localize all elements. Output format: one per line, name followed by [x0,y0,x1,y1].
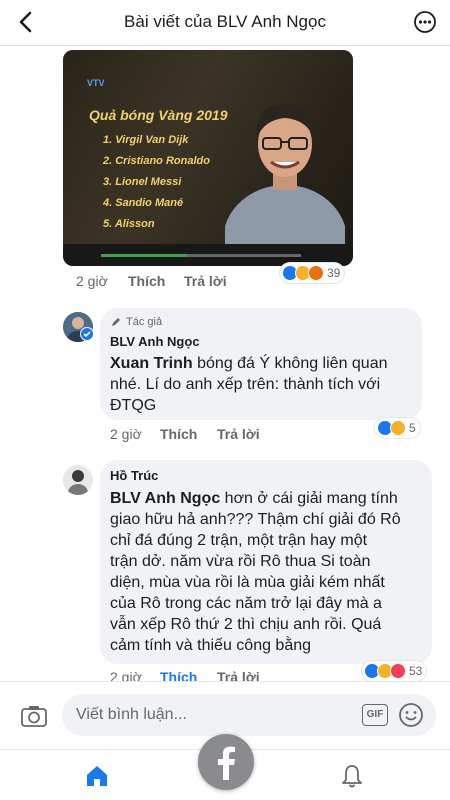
avatar[interactable] [63,465,93,495]
comment-text: Xuan Trinh bóng đá Ý không liên quan nhé… [110,355,388,414]
commenter-name[interactable]: BLV Anh Ngọc [110,334,200,349]
comment-bubble[interactable]: Hồ Trúc BLV Anh Ngọc hơn ở cái giải mang… [100,460,432,664]
mention-link[interactable]: BLV Anh Ngọc [110,490,220,507]
comment-time: 2 giờ [110,426,142,442]
ranking-item: 1. Virgil Van Dijk [103,134,189,146]
love-reaction-icon [390,663,406,679]
ranking-list: 1. Virgil Van Dijk 2. Cristiano Ronaldo … [103,130,210,235]
reply-link[interactable]: Trả lời [217,426,260,442]
presenter-image [225,104,345,244]
channel-logo: VTV [87,78,105,88]
ranking-item: 2. Cristiano Ronaldo [103,155,210,167]
comment-bubble[interactable]: Tác giả BLV Anh Ngọc Xuan Trinh bóng đá … [100,308,422,420]
verified-icon [80,327,94,341]
ranking-item: 3. Lionel Messi [103,176,182,188]
progress-fill [101,254,187,257]
commenter-name[interactable]: Hồ Trúc [110,468,158,483]
notification-bell-icon[interactable] [340,763,364,789]
more-options-icon[interactable] [414,10,436,34]
video-player[interactable]: VTV Quả bóng Vàng 2019 1. Virgil Van Dij… [63,50,353,266]
reaction-summary[interactable]: 53 [362,661,427,681]
like-link[interactable]: Thích [128,273,165,289]
comment-placeholder: Viết bình luận... [76,706,187,723]
video-overlay-title: Quả bóng Vàng 2019 [89,107,228,123]
like-link[interactable]: Thích [160,426,197,442]
bottom-tab-bar [0,734,450,800]
haha-reaction-icon [390,420,406,436]
pencil-icon [112,318,120,326]
top-bar: Bài viết của BLV Anh Ngọc [0,0,450,46]
facebook-logo-icon[interactable] [198,734,254,790]
ranking-item: 4. Sandio Mané [103,197,184,209]
reaction-count: 53 [409,664,423,678]
avatar-image [63,465,93,495]
page-title: Bài viết của BLV Anh Ngọc [124,12,326,31]
emoji-icon[interactable] [398,702,424,728]
mention-link[interactable]: Xuan Trinh [110,355,193,372]
reaction-count: 5 [409,421,416,435]
post-time: 2 giờ [76,273,108,289]
reaction-summary[interactable]: 5 [375,418,420,438]
comment-text: BLV Anh Ngọc hơn ở cái giải mang tính gi… [110,490,401,654]
reaction-count: 39 [327,266,341,280]
reply-link[interactable]: Trả lời [184,273,227,289]
comment-input[interactable]: Viết bình luận... GIF [62,694,436,736]
angry-reaction-icon [308,265,324,281]
author-badge: Tác giả [126,316,163,328]
reaction-summary[interactable]: 39 [280,263,345,283]
gif-button[interactable]: GIF [362,704,388,726]
ranking-item: 5. Alisson [103,218,155,230]
video-frame: VTV Quả bóng Vàng 2019 1. Virgil Van Dij… [63,50,353,244]
camera-icon[interactable] [20,704,48,728]
home-icon[interactable] [84,764,110,788]
